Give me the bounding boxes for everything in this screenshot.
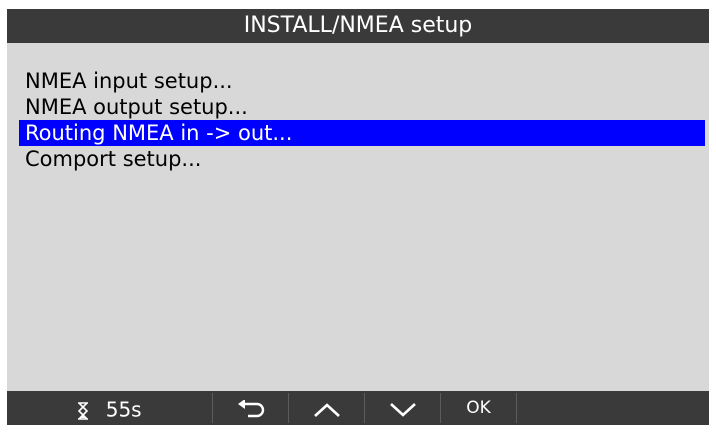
timeout-indicator: 55s bbox=[7, 391, 212, 425]
return-arrow-icon bbox=[236, 396, 266, 420]
page-title: INSTALL/NMEA setup bbox=[7, 9, 709, 43]
menu-item-comport[interactable]: Comport setup... bbox=[19, 146, 705, 172]
device-screen: INSTALL/NMEA setup NMEA input setup... N… bbox=[7, 9, 709, 425]
chevron-down-icon bbox=[388, 396, 418, 420]
softkey-bar: 55s OK bbox=[7, 391, 709, 425]
ok-button[interactable]: OK bbox=[441, 391, 516, 425]
up-button[interactable] bbox=[289, 391, 364, 425]
menu-item-nmea-output[interactable]: NMEA output setup... bbox=[19, 94, 705, 120]
menu-item-nmea-input[interactable]: NMEA input setup... bbox=[19, 68, 705, 94]
setup-menu: NMEA input setup... NMEA output setup...… bbox=[19, 68, 705, 172]
timeout-value: 55s bbox=[105, 397, 142, 422]
back-button[interactable] bbox=[213, 391, 288, 425]
divider bbox=[516, 393, 517, 423]
menu-item-routing-nmea[interactable]: Routing NMEA in -> out... bbox=[19, 120, 705, 146]
hourglass-icon bbox=[77, 393, 89, 426]
down-button[interactable] bbox=[365, 391, 440, 425]
chevron-up-icon bbox=[312, 396, 342, 420]
